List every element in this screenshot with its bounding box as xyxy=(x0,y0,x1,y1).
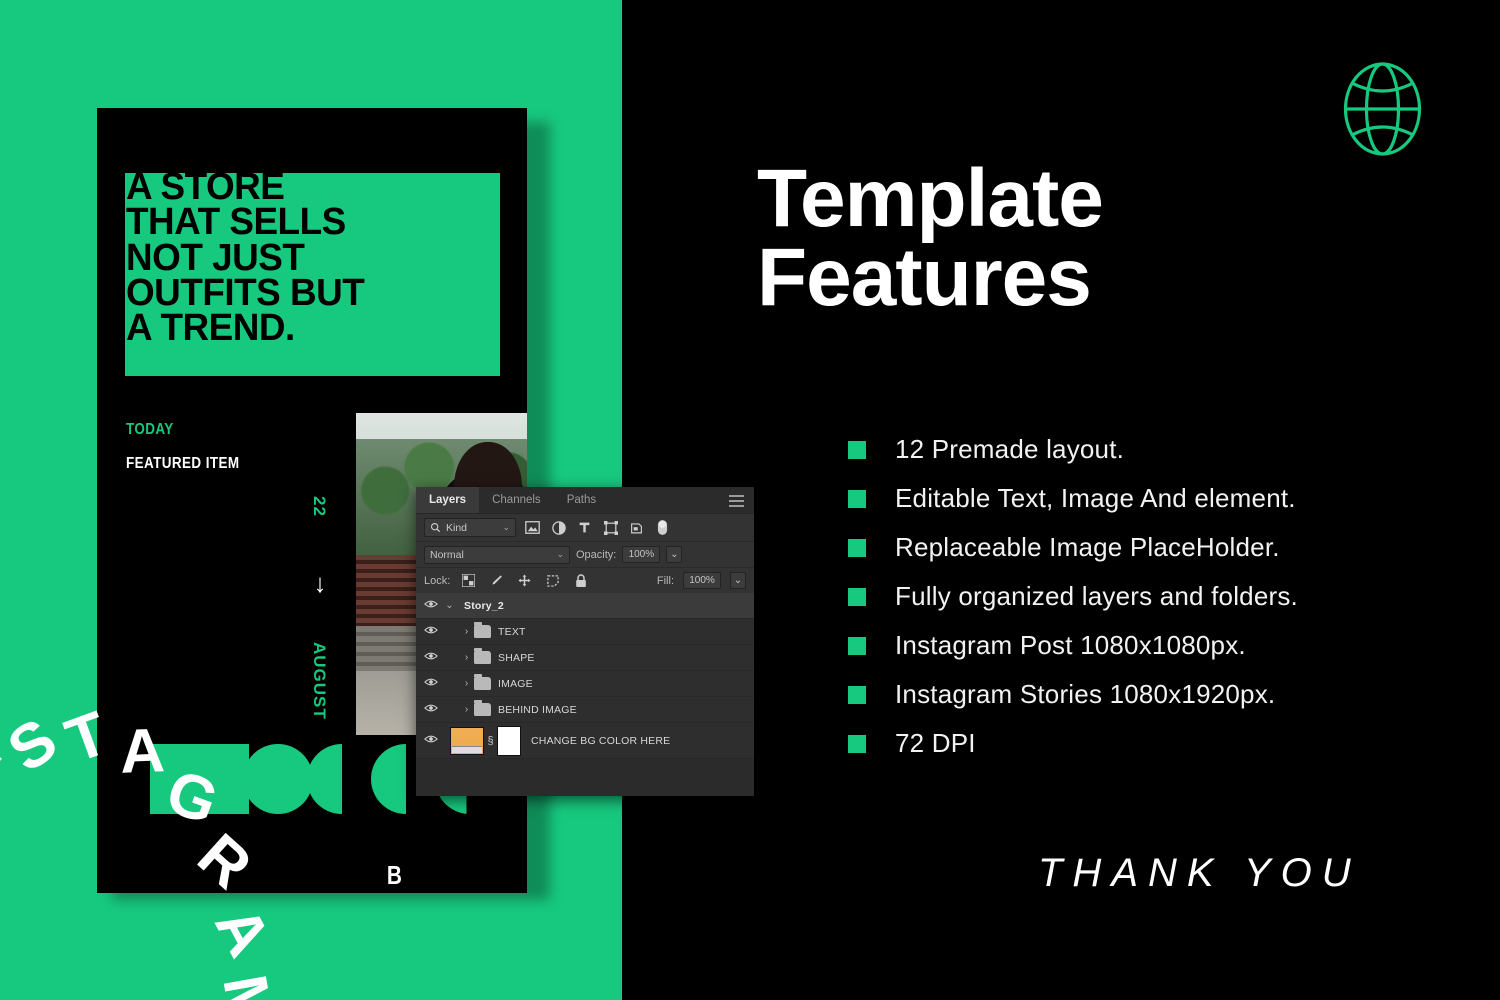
poster-headline: A STORE THAT SELLS NOT JUST OUTFITS BUT … xyxy=(126,166,365,350)
folder-icon xyxy=(474,700,491,716)
chevron-right-icon[interactable]: › xyxy=(459,626,474,637)
layer-visibility-eye-icon[interactable] xyxy=(420,734,442,747)
bullet-square-icon xyxy=(848,489,866,508)
layer-visibility-eye-icon[interactable] xyxy=(420,599,442,612)
bullet-square-icon xyxy=(848,636,866,655)
layer-visibility-eye-icon[interactable] xyxy=(420,677,442,690)
lock-label: Lock: xyxy=(424,574,451,587)
layer-name: BEHIND IMAGE xyxy=(498,703,577,716)
layer-name: Story_2 xyxy=(464,599,504,612)
fill-label: Fill: xyxy=(656,574,674,587)
curved-letter: M xyxy=(208,970,287,1000)
layer-mask-link-icon[interactable]: § xyxy=(484,735,497,747)
blend-mode-bar[interactable]: Normal ⌄ Opacity: 100% ⌄ xyxy=(416,541,754,567)
bullet-square-icon xyxy=(848,538,866,557)
bullet-square-icon xyxy=(848,440,866,459)
kind-filter-select[interactable]: Kind ⌄ xyxy=(424,518,516,537)
list-item: Replaceable Image PlaceHolder. xyxy=(848,523,1448,572)
layer-visibility-eye-icon[interactable] xyxy=(420,651,442,664)
search-icon xyxy=(430,522,441,533)
curved-letter: G xyxy=(157,756,227,839)
lock-transparent-pixels-icon[interactable] xyxy=(459,571,478,590)
opacity-label: Opacity: xyxy=(576,548,617,561)
layer-mask-thumbnail[interactable] xyxy=(497,725,521,756)
pixel-layer-filter-icon[interactable] xyxy=(523,518,542,537)
folder-icon xyxy=(474,622,491,638)
chevron-down-icon[interactable]: ⌄ xyxy=(502,522,510,533)
list-item: 72 DPI xyxy=(848,719,1448,768)
curved-letter: A xyxy=(201,895,284,968)
layer-filter-bar[interactable]: Kind ⌄ xyxy=(416,513,754,541)
feature-label: Instagram Stories 1080x1920px. xyxy=(895,679,1276,709)
fill-layer-thumbnail[interactable] xyxy=(450,726,484,755)
fill-stepper-caret[interactable]: ⌄ xyxy=(730,572,746,589)
lock-artboard-nesting-icon[interactable] xyxy=(543,571,562,590)
layer-name: SHAPE xyxy=(498,651,535,664)
blend-mode-value: Normal xyxy=(430,548,464,561)
lock-position-icon[interactable] xyxy=(515,571,534,590)
feature-label: 12 Premade layout. xyxy=(895,434,1125,464)
bullet-square-icon xyxy=(848,734,866,753)
feature-label: 72 DPI xyxy=(895,728,976,758)
opacity-value[interactable]: 100% xyxy=(622,546,661,563)
poster-vertical-fashion-word: FASHION xyxy=(97,425,214,743)
chevron-right-icon[interactable]: › xyxy=(459,704,474,715)
kind-filter-label: Kind xyxy=(446,521,468,534)
list-item: Instagram Stories 1080x1920px. xyxy=(848,670,1448,719)
layer-name: TEXT xyxy=(498,625,526,638)
bullet-square-icon xyxy=(848,685,866,704)
tab-channels[interactable]: Channels xyxy=(479,487,554,513)
layer-visibility-eye-icon[interactable] xyxy=(420,625,442,638)
adjustment-layer-filter-icon[interactable] xyxy=(549,518,568,537)
list-item: 12 Premade layout. xyxy=(848,425,1448,474)
feature-list: 12 Premade layout. Editable Text, Image … xyxy=(848,425,1448,768)
feature-label: Fully organized layers and folders. xyxy=(895,581,1298,611)
layer-visibility-eye-icon[interactable] xyxy=(420,703,442,716)
tab-layers[interactable]: Layers xyxy=(416,487,480,513)
lock-all-icon[interactable] xyxy=(571,571,590,590)
chevron-down-icon[interactable]: ⌄ xyxy=(556,549,564,560)
layer-name: CHANGE BG COLOR HERE xyxy=(531,734,671,747)
layers-list[interactable]: ⌄ Story_2 › TEXT › SHAPE › IMAGE › BEHIN… xyxy=(416,593,754,759)
chevron-right-icon[interactable]: › xyxy=(459,652,474,663)
globe-icon xyxy=(1343,62,1422,156)
layer-row[interactable]: § CHANGE BG COLOR HERE xyxy=(416,723,754,759)
layer-row[interactable]: › TEXT xyxy=(416,619,754,645)
hamburger-menu-icon[interactable] xyxy=(729,495,744,510)
chevron-right-icon[interactable]: › xyxy=(459,678,474,689)
lock-bar[interactable]: Lock: Fill: 100% ⌄ xyxy=(416,567,754,593)
layer-row[interactable]: › BEHIND IMAGE xyxy=(416,697,754,723)
list-item: Editable Text, Image And element. xyxy=(848,474,1448,523)
list-item: Instagram Post 1080x1080px. xyxy=(848,621,1448,670)
fill-value[interactable]: 100% xyxy=(683,572,721,589)
down-arrow-icon: ↓ xyxy=(313,568,327,598)
panel-tab-bar[interactable]: Layers Channels Paths xyxy=(416,487,754,513)
opacity-stepper-caret[interactable]: ⌄ xyxy=(666,546,683,563)
curved-letter: A xyxy=(118,716,166,787)
layer-row[interactable]: › IMAGE xyxy=(416,671,754,697)
thank-you-text: THANK YOU xyxy=(1038,851,1361,895)
folder-icon xyxy=(474,674,491,690)
feature-label: Editable Text, Image And element. xyxy=(895,483,1296,513)
smart-object-filter-icon[interactable] xyxy=(627,518,646,537)
layer-row[interactable]: › SHAPE xyxy=(416,645,754,671)
filter-toggle-icon[interactable] xyxy=(653,518,672,537)
feature-label: Replaceable Image PlaceHolder. xyxy=(895,532,1280,562)
photoshop-layers-panel[interactable]: Layers Channels Paths Kind ⌄ Normal ⌄ Op… xyxy=(416,487,754,796)
type-layer-filter-icon[interactable] xyxy=(575,518,594,537)
feature-label: Instagram Post 1080x1080px. xyxy=(895,630,1246,660)
folder-icon xyxy=(474,648,491,664)
page-title: Template Features xyxy=(757,153,1104,323)
chevron-down-icon[interactable]: ⌄ xyxy=(442,600,457,611)
shape-layer-filter-icon[interactable] xyxy=(601,518,620,537)
list-item: Fully organized layers and folders. xyxy=(848,572,1448,621)
tab-paths[interactable]: Paths xyxy=(554,487,609,513)
layer-row[interactable]: ⌄ Story_2 xyxy=(416,593,754,619)
poster-date-day: 22 xyxy=(310,496,329,517)
lock-image-pixels-icon[interactable] xyxy=(487,571,506,590)
bullet-square-icon xyxy=(848,587,866,606)
blend-mode-select[interactable]: Normal ⌄ xyxy=(424,545,570,564)
layer-name: IMAGE xyxy=(498,677,533,690)
